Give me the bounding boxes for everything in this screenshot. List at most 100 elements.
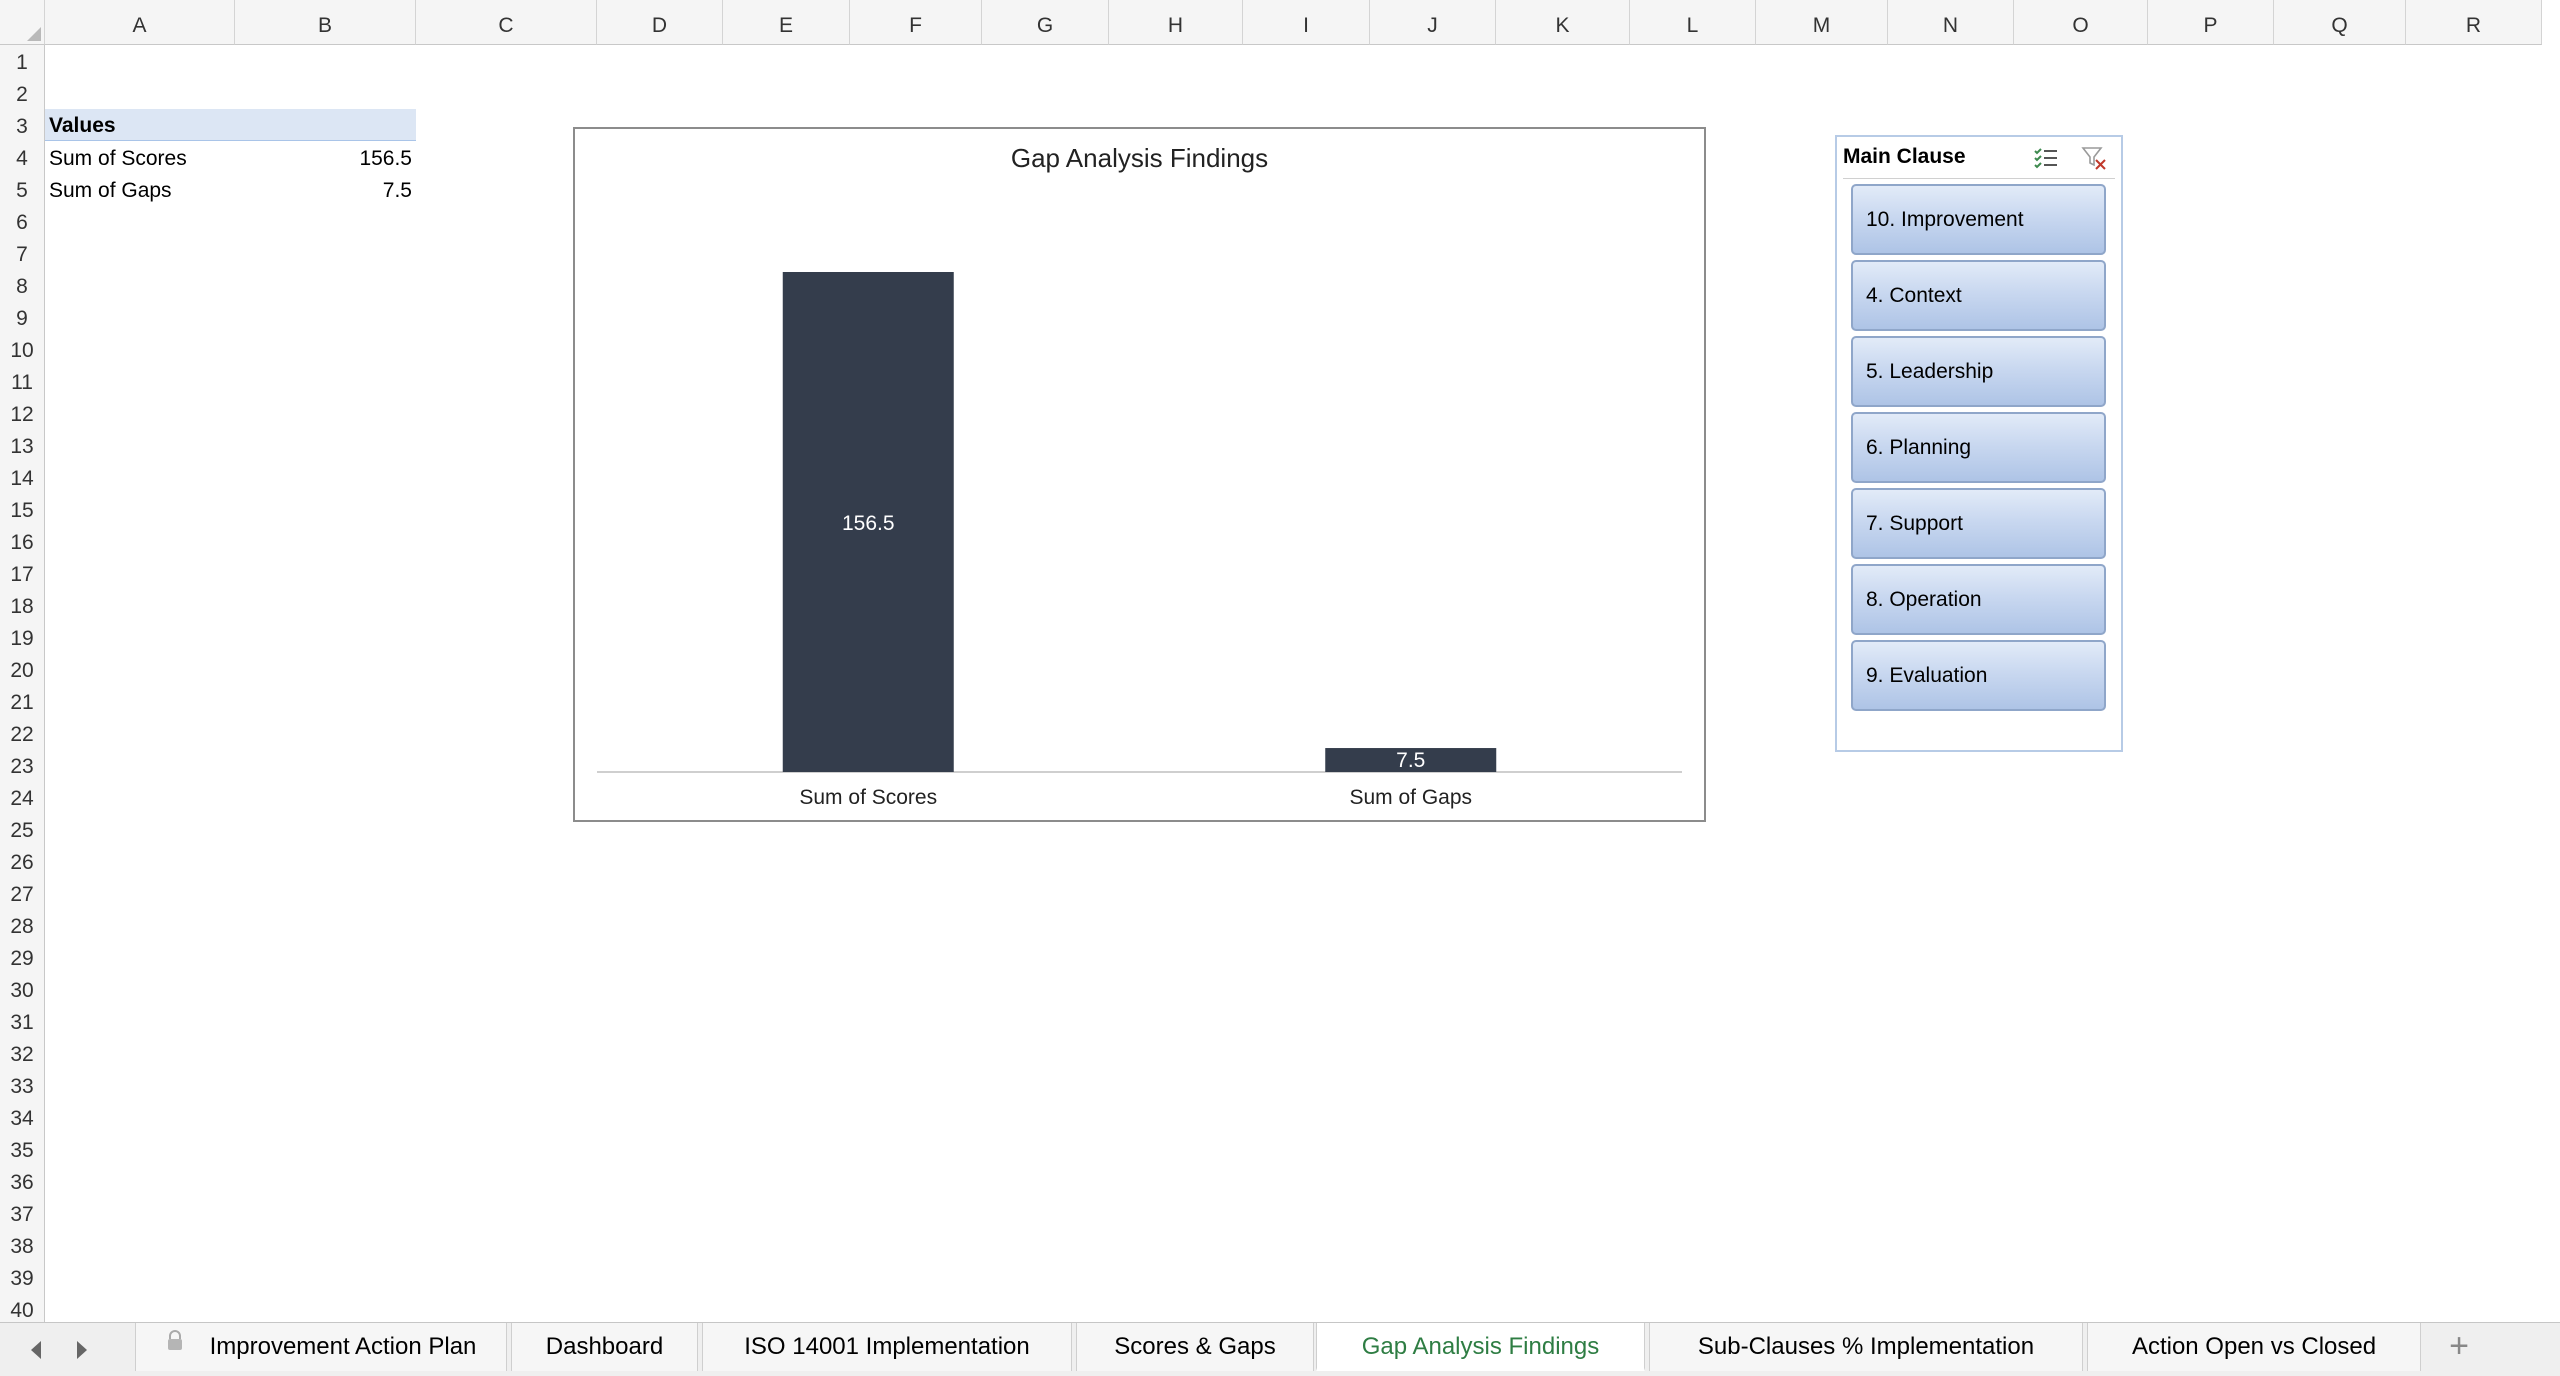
row-header[interactable]: 28 (0, 909, 45, 941)
row-header[interactable]: 10 (0, 333, 45, 365)
row-header[interactable]: 20 (0, 653, 45, 685)
column-header[interactable]: F (850, 0, 982, 45)
column-header[interactable]: Q (2274, 0, 2406, 45)
row-header[interactable]: 30 (0, 973, 45, 1005)
column-header[interactable]: G (982, 0, 1109, 45)
row-header[interactable]: 16 (0, 525, 45, 557)
row-header[interactable]: 9 (0, 301, 45, 333)
slicer-item-context[interactable]: 4. Context (1851, 260, 2106, 331)
chart-category-label: Sum of Scores (799, 786, 937, 809)
add-sheet-button[interactable]: + (2430, 1323, 2488, 1371)
pivot-row-scores[interactable]: Sum of Scores 156.5 (45, 141, 416, 173)
slicer-item-label: 7. Support (1866, 512, 1963, 535)
column-header[interactable]: B (235, 0, 416, 45)
tab-improvement-action-plan[interactable]: Improvement Action Plan (135, 1323, 507, 1371)
row-header[interactable]: 26 (0, 845, 45, 877)
column-header[interactable]: K (1496, 0, 1630, 45)
row-header[interactable]: 14 (0, 461, 45, 493)
row-header[interactable]: 31 (0, 1005, 45, 1037)
column-header[interactable]: H (1109, 0, 1243, 45)
slicer-item-support[interactable]: 7. Support (1851, 488, 2106, 559)
chart-data-label: 7.5 (1396, 749, 1425, 772)
tab-label: ISO 14001 Implementation (744, 1333, 1030, 1360)
slicer-item-leadership[interactable]: 5. Leadership (1851, 336, 2106, 407)
tab-sub-clauses-implementation[interactable]: Sub-Clauses % Implementation (1649, 1323, 2083, 1371)
slicer-item-label: 5. Leadership (1866, 360, 1994, 383)
row-header[interactable]: 23 (0, 749, 45, 781)
column-header[interactable]: O (2014, 0, 2148, 45)
pivot-row-value: 156.5 (359, 147, 412, 170)
tab-dashboard[interactable]: Dashboard (511, 1323, 698, 1371)
row-header[interactable]: 1 (0, 45, 45, 77)
tab-label: Gap Analysis Findings (1361, 1333, 1600, 1360)
row-header[interactable]: 36 (0, 1165, 45, 1197)
row-header[interactable]: 3 (0, 109, 45, 141)
column-header[interactable]: N (1888, 0, 2014, 45)
slicer-item-evaluation[interactable]: 9. Evaluation (1851, 640, 2106, 711)
pivot-row-label: Sum of Gaps (49, 179, 172, 202)
row-header[interactable]: 29 (0, 941, 45, 973)
row-header[interactable]: 4 (0, 141, 45, 173)
row-header[interactable]: 12 (0, 397, 45, 429)
row-header[interactable]: 35 (0, 1133, 45, 1165)
column-header[interactable]: J (1370, 0, 1496, 45)
row-header[interactable]: 6 (0, 205, 45, 237)
tab-label: Dashboard (545, 1333, 664, 1360)
row-header[interactable]: 38 (0, 1229, 45, 1261)
row-header[interactable]: 21 (0, 685, 45, 717)
column-header[interactable]: L (1630, 0, 1756, 45)
row-header[interactable]: 25 (0, 813, 45, 845)
row-header[interactable]: 19 (0, 621, 45, 653)
tab-gap-analysis-findings[interactable]: Gap Analysis Findings (1316, 1323, 1645, 1371)
slicer-item-label: 8. Operation (1866, 588, 1982, 611)
slicer-item-label: 10. Improvement (1866, 208, 2024, 231)
column-header[interactable]: I (1243, 0, 1370, 45)
slicer-item-operation[interactable]: 8. Operation (1851, 564, 2106, 635)
row-header[interactable]: 24 (0, 781, 45, 813)
pivot-row-label: Sum of Scores (49, 147, 187, 170)
spreadsheet-grid[interactable]: ABCDEFGHIJKLMNOPQR 1 2 3 4 5 6 7 8 9 10 11 12 13 14 15… (0, 0, 2560, 1322)
row-header[interactable]: 17 (0, 557, 45, 589)
pivot-header-cell[interactable]: Values (45, 109, 416, 141)
tab-action-open-vs-closed[interactable]: Action Open vs Closed (2087, 1323, 2421, 1371)
row-header[interactable]: 13 (0, 429, 45, 461)
select-all-corner[interactable] (0, 0, 45, 45)
column-header[interactable]: E (723, 0, 850, 45)
tab-iso-14001-implementation[interactable]: ISO 14001 Implementation (702, 1323, 1072, 1371)
clear-filter-icon[interactable] (2081, 145, 2107, 171)
row-header[interactable]: 39 (0, 1261, 45, 1293)
row-header[interactable]: 2 (0, 77, 45, 109)
row-header[interactable]: 37 (0, 1197, 45, 1229)
row-header[interactable]: 18 (0, 589, 45, 621)
slicer-item-improvement[interactable]: 10. Improvement (1851, 184, 2106, 255)
tab-scores-gaps[interactable]: Scores & Gaps (1076, 1323, 1314, 1371)
row-header[interactable]: 40 (0, 1293, 45, 1322)
pivot-row-gaps[interactable]: Sum of Gaps 7.5 (45, 173, 416, 205)
row-header[interactable]: 32 (0, 1037, 45, 1069)
row-header[interactable]: 15 (0, 493, 45, 525)
row-header[interactable]: 11 (0, 365, 45, 397)
pivot-chart[interactable]: Gap Analysis Findings 156.5 Sum of Scores… (573, 127, 1706, 822)
chart-plot-area: 156.5 Sum of Scores 7.5 Sum of Gaps (597, 272, 1682, 809)
row-header[interactable]: 33 (0, 1069, 45, 1101)
chart-category-label: Sum of Gaps (1349, 786, 1472, 809)
column-header[interactable]: A (45, 0, 235, 45)
row-header[interactable]: 7 (0, 237, 45, 269)
column-header[interactable]: R (2406, 0, 2542, 45)
row-header[interactable]: 22 (0, 717, 45, 749)
slicer-divider (1843, 178, 2115, 179)
slicer-item-planning[interactable]: 6. Planning (1851, 412, 2106, 483)
row-header[interactable]: 8 (0, 269, 45, 301)
row-header[interactable]: 27 (0, 877, 45, 909)
column-header[interactable]: M (1756, 0, 1888, 45)
row-header[interactable]: 34 (0, 1101, 45, 1133)
tab-label: Action Open vs Closed (2131, 1333, 2377, 1360)
slicer-title: Main Clause (1843, 145, 1966, 168)
column-header[interactable]: C (416, 0, 597, 45)
column-header[interactable]: D (597, 0, 723, 45)
sheet-tab-bar: Improvement Action Plan Dashboard ISO 14… (0, 1322, 2560, 1376)
main-clause-slicer[interactable]: Main Clause 10. Improvement 4. Context 5… (1835, 135, 2123, 752)
multi-select-icon[interactable] (2033, 145, 2059, 171)
column-header[interactable]: P (2148, 0, 2274, 45)
row-header[interactable]: 5 (0, 173, 45, 205)
